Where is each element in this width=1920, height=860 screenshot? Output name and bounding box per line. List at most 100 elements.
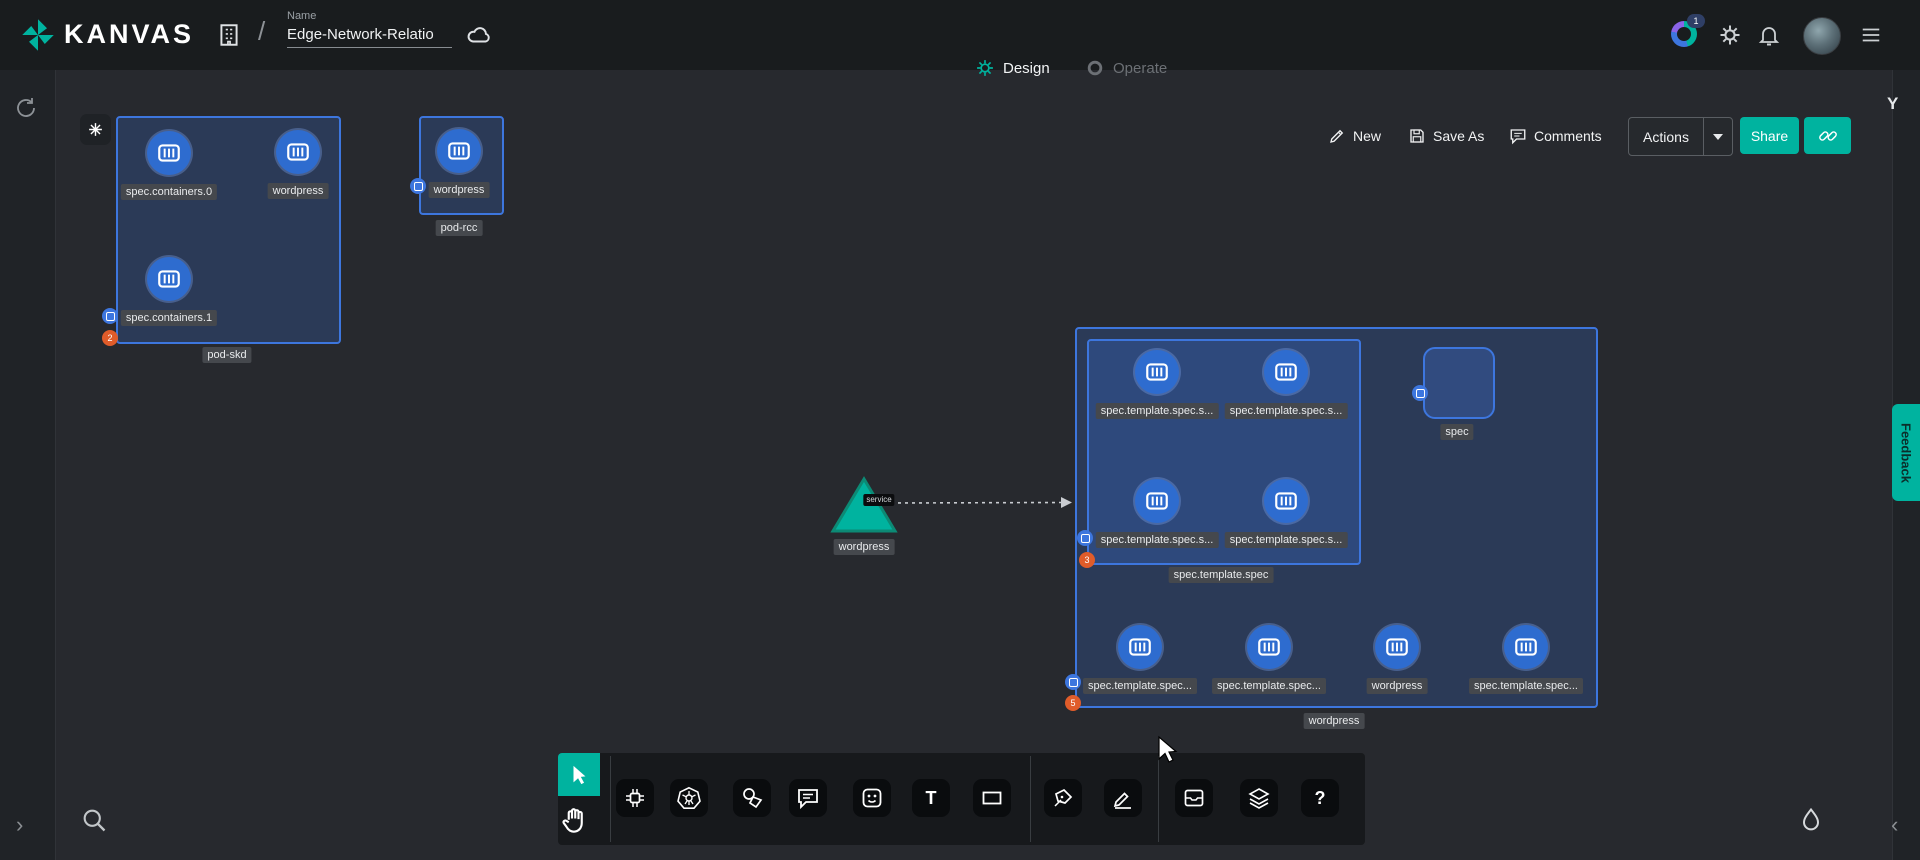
group-label-spec-template-spec: spec.template.spec — [1169, 567, 1274, 583]
comment-bubble-icon — [796, 786, 820, 810]
comments-label: Comments — [1534, 128, 1602, 144]
pan-hand-tool[interactable] — [560, 806, 590, 836]
collapse-right-panel-chevron[interactable]: ‹ — [1891, 815, 1898, 835]
container-icon — [1384, 634, 1410, 660]
comment-icon — [1509, 127, 1527, 145]
sticker-tool[interactable] — [853, 779, 891, 817]
tab-design[interactable]: Design — [975, 53, 1050, 83]
group-component-badge[interactable] — [102, 308, 118, 324]
node-template-spec-5[interactable] — [1118, 625, 1162, 669]
pencil-icon — [1111, 786, 1135, 810]
link-icon — [1818, 126, 1838, 146]
node-wordpress-rcc[interactable] — [437, 129, 481, 173]
node-template-spec-7[interactable] — [1504, 625, 1548, 669]
pod-glyph-icon — [1416, 389, 1425, 398]
node-template-spec-6[interactable] — [1247, 625, 1291, 669]
expand-left-panel-chevron[interactable]: › — [16, 815, 23, 835]
edge-wordpress-service[interactable] — [885, 493, 1080, 513]
pen-tool[interactable] — [1044, 779, 1082, 817]
select-cursor-tool[interactable] — [558, 753, 600, 796]
tab-operate-label: Operate — [1113, 60, 1167, 77]
drawer-tool[interactable] — [1175, 779, 1213, 817]
group-annotation-button[interactable] — [80, 114, 111, 145]
node-container-0[interactable] — [147, 131, 191, 175]
kanvas-logo-icon[interactable] — [20, 17, 56, 53]
node-label: spec.containers.0 — [121, 184, 217, 200]
dock-divider — [1158, 756, 1159, 842]
feedback-tab[interactable]: Feedback — [1892, 404, 1920, 501]
group-label-wordpress: wordpress — [1304, 713, 1365, 729]
text-tool[interactable]: T — [912, 779, 950, 817]
node-wordpress-1[interactable] — [276, 130, 320, 174]
node-spec[interactable] — [1423, 347, 1495, 419]
settings-gear-icon[interactable] — [1718, 23, 1742, 47]
rectangle-tool[interactable] — [973, 779, 1011, 817]
notifications-bell-icon[interactable] — [1757, 23, 1781, 47]
group-count-badge[interactable]: 2 — [102, 330, 118, 346]
layers-tool[interactable] — [1240, 779, 1278, 817]
comment-tool[interactable] — [789, 779, 827, 817]
design-name-input[interactable] — [287, 26, 452, 48]
organization-icon[interactable] — [216, 22, 242, 48]
hamburger-menu-icon[interactable] — [1858, 24, 1884, 46]
breadcrumb-separator: / — [258, 16, 265, 47]
group-component-badge[interactable] — [1412, 385, 1428, 401]
share-button[interactable]: Share — [1740, 117, 1799, 154]
design-name-label: Name — [287, 10, 316, 22]
feedback-label: Feedback — [1899, 423, 1914, 483]
pod-glyph-icon — [1069, 678, 1078, 687]
tab-operate[interactable]: Operate — [1085, 53, 1167, 83]
zoom-search-icon[interactable] — [80, 806, 108, 834]
kubernetes-tool[interactable] — [670, 779, 708, 817]
dock-divider — [1030, 756, 1031, 842]
components-tool[interactable] — [616, 779, 654, 817]
new-label: New — [1353, 128, 1381, 144]
ink-drop-icon[interactable] — [1797, 806, 1825, 834]
group-component-badge[interactable] — [1077, 530, 1093, 546]
group-component-badge[interactable] — [1065, 674, 1081, 690]
comments-button[interactable]: Comments — [1509, 127, 1602, 145]
save-as-button[interactable]: Save As — [1408, 127, 1484, 145]
container-icon — [1127, 634, 1153, 660]
help-tool[interactable]: ? — [1301, 779, 1339, 817]
operate-icon — [1085, 58, 1105, 78]
node-label: spec.template.spec.s... — [1225, 532, 1348, 548]
shapes-tool[interactable] — [733, 779, 771, 817]
node-label: spec.template.spec.s... — [1096, 403, 1219, 419]
group-component-badge[interactable] — [410, 178, 426, 194]
actions-button[interactable]: Actions — [1628, 117, 1733, 156]
cloud-sync-icon — [466, 22, 492, 48]
sync-icon[interactable] — [14, 96, 38, 120]
pod-glyph-icon — [414, 182, 423, 191]
pencil-tool[interactable] — [1104, 779, 1142, 817]
node-label-service: wordpress — [834, 539, 895, 555]
flower-icon — [87, 121, 104, 138]
node-template-spec-4[interactable] — [1264, 479, 1308, 523]
kubernetes-icon — [677, 786, 701, 810]
new-button[interactable]: New — [1328, 127, 1381, 145]
container-icon — [156, 140, 182, 166]
kanvas-app: KANVAS / Name Design Operate 1 › Y ‹ Fee… — [0, 0, 1920, 860]
node-container-1[interactable] — [147, 257, 191, 301]
share-label: Share — [1751, 128, 1788, 144]
cursor-icon — [568, 764, 590, 786]
group-count-badge[interactable]: 5 — [1065, 695, 1081, 711]
y-logo-icon[interactable]: Y — [1887, 94, 1898, 114]
container-icon — [1273, 359, 1299, 385]
node-label: spec — [1440, 424, 1473, 440]
user-avatar[interactable] — [1803, 17, 1841, 55]
node-label: spec.template.spec.s... — [1096, 532, 1219, 548]
copy-link-button[interactable] — [1804, 117, 1851, 154]
node-wordpress-2[interactable] — [1375, 625, 1419, 669]
node-template-spec-2[interactable] — [1264, 350, 1308, 394]
app-logo-text: KANVAS — [64, 19, 194, 50]
getting-started-progress[interactable]: 1 — [1671, 21, 1697, 47]
node-template-spec-1[interactable] — [1135, 350, 1179, 394]
sticker-icon — [860, 786, 884, 810]
group-count-badge[interactable]: 3 — [1079, 552, 1095, 568]
layers-icon — [1247, 786, 1271, 810]
group-label-pod-rcc: pod-rcc — [436, 220, 483, 236]
node-template-spec-3[interactable] — [1135, 479, 1179, 523]
node-label: spec.template.spec... — [1212, 678, 1326, 694]
actions-caret-icon[interactable] — [1713, 134, 1723, 140]
